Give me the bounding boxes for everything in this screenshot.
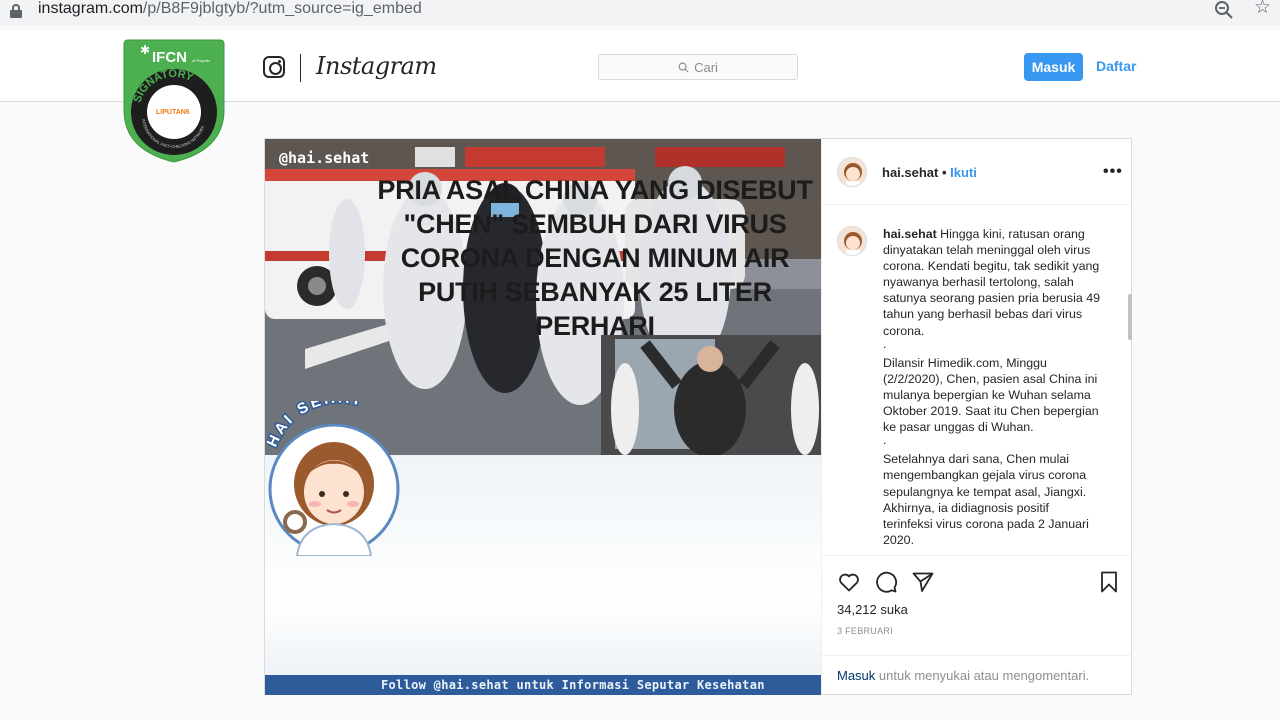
- nurse-mascot-illustration: [268, 423, 400, 556]
- caption-paragraph-3: Setelahnya dari sana, Chen mulai mengemb…: [883, 452, 1089, 547]
- liputan6-logo: LIPUTAN6: [156, 109, 190, 116]
- caption-paragraph-1: Hingga kini, ratusan orang dinyatakan te…: [883, 227, 1100, 338]
- more-options-icon[interactable]: •••: [1103, 163, 1123, 181]
- image-headline: PRIA ASAL CHINA YANG DISEBUT "CHEN" SEMB…: [377, 175, 813, 341]
- post-username[interactable]: hai.sehat: [882, 165, 938, 180]
- login-button[interactable]: Masuk: [1024, 53, 1083, 81]
- login-prompt-text: untuk menyukai atau mengomentari.: [875, 668, 1090, 683]
- image-handle-tag: @hai.sehat: [279, 149, 370, 167]
- zoom-icon[interactable]: [1214, 0, 1234, 20]
- header-divider: [300, 54, 301, 82]
- like-count[interactable]: 34,212 suka: [837, 602, 908, 617]
- save-bookmark-icon[interactable]: [1097, 570, 1121, 594]
- ifcn-signatory-badge: IFCN of Poynter ✱ SIGNATORY INTERNATIONA…: [123, 39, 225, 163]
- caption-paragraph-2: Dilansir Himedik.com, Minggu (2/2/2020),…: [883, 355, 1099, 435]
- search-icon: [678, 62, 689, 73]
- post-username-line: hai.sehat • Ikuti: [882, 165, 977, 180]
- browser-address-bar[interactable]: instagram.com/p/B8F9jblgtyb/?utm_source=…: [0, 0, 1280, 26]
- ifcn-subtext: of Poynter: [192, 58, 211, 63]
- search-placeholder: Cari: [694, 59, 718, 75]
- post-header: hai.sehat • Ikuti •••: [822, 139, 1133, 205]
- share-icon[interactable]: [911, 570, 935, 594]
- follow-button[interactable]: Ikuti: [950, 165, 977, 180]
- instagram-wordmark[interactable]: Instagram: [316, 52, 437, 80]
- login-prompt: Masuk untuk menyukai atau mengomentari.: [822, 655, 1133, 695]
- post-caption: hai.sehat Hingga kini, ratusan orang din…: [883, 226, 1101, 548]
- caption-avatar[interactable]: [837, 226, 867, 256]
- caption-separator-2: .: [883, 433, 887, 448]
- caption-scrollbar[interactable]: [1128, 294, 1132, 340]
- comment-icon[interactable]: [874, 570, 898, 594]
- like-heart-icon[interactable]: [837, 570, 861, 594]
- instagram-post-card: @hai.sehat HAI SEHAT PRIA ASAL CHINA YAN…: [264, 138, 1133, 695]
- separator-dot: •: [941, 165, 947, 180]
- login-prompt-link[interactable]: Masuk: [837, 668, 875, 683]
- post-actions: 34,212 suka 3 FEBRUARI Masuk untuk menyu…: [822, 555, 1133, 695]
- ifcn-text: IFCN: [152, 49, 187, 66]
- caption-scroll-area[interactable]: hai.sehat Hingga kini, ratusan orang din…: [822, 206, 1133, 554]
- search-input[interactable]: Cari: [598, 54, 798, 80]
- lock-icon: [10, 4, 22, 18]
- avatar[interactable]: [837, 157, 867, 187]
- caption-username[interactable]: hai.sehat: [883, 227, 937, 241]
- svg-text:✱: ✱: [140, 43, 150, 57]
- instagram-logo-icon[interactable]: [263, 56, 285, 78]
- follow-line: Follow @hai.sehat untuk Informasi Seputa…: [381, 678, 765, 692]
- post-image[interactable]: @hai.sehat HAI SEHAT PRIA ASAL CHINA YAN…: [265, 139, 821, 695]
- signup-link[interactable]: Daftar: [1096, 58, 1136, 74]
- caption-separator-1: .: [883, 336, 887, 351]
- bookmark-star-icon[interactable]: ☆: [1254, 0, 1274, 18]
- post-side-panel: hai.sehat • Ikuti ••• hai.sehat Hingga k…: [821, 139, 1133, 695]
- post-date[interactable]: 3 FEBRUARI: [837, 626, 893, 636]
- url-text[interactable]: instagram.com/p/B8F9jblgtyb/?utm_source=…: [38, 0, 422, 18]
